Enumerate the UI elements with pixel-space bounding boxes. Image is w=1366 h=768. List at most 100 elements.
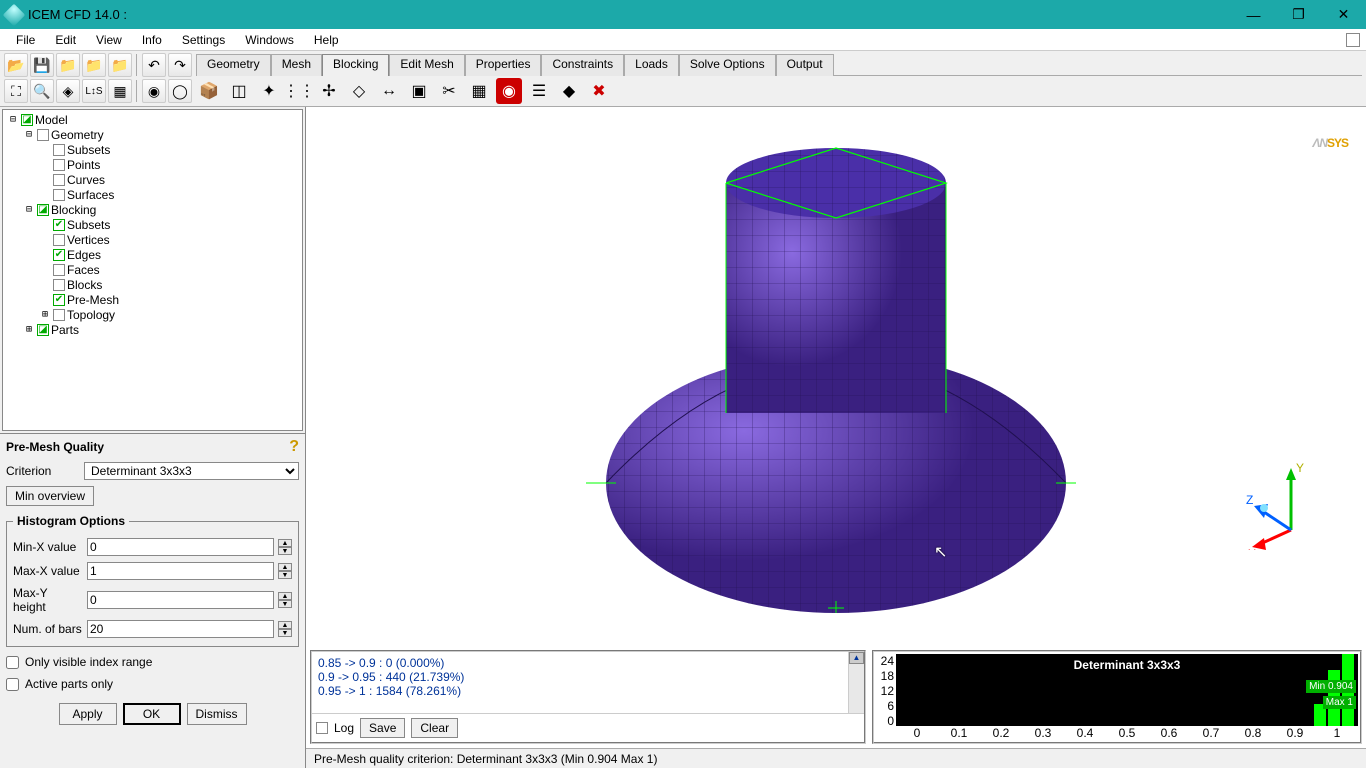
app-logo-icon	[3, 3, 26, 26]
block-check-icon[interactable]: ▦	[466, 78, 492, 104]
log-save-button[interactable]: Save	[360, 718, 405, 738]
tree-item-faces[interactable]: Faces	[3, 262, 302, 277]
maxx-input[interactable]	[87, 562, 274, 580]
dismiss-button[interactable]: Dismiss	[187, 703, 247, 725]
active-parts-checkbox[interactable]	[6, 678, 19, 691]
svg-text:X: X	[1248, 547, 1256, 550]
tree-item-model[interactable]: ⊟◪Model	[3, 112, 302, 127]
tab-mesh[interactable]: Mesh	[271, 54, 322, 76]
ok-button[interactable]: OK	[123, 703, 181, 725]
menu-info[interactable]: Info	[132, 31, 172, 49]
fit-view-icon[interactable]: ⛶	[4, 79, 28, 103]
menu-edit[interactable]: Edit	[45, 31, 86, 49]
bars-input[interactable]	[87, 620, 274, 638]
tree-item-points[interactable]: Points	[3, 157, 302, 172]
criterion-select[interactable]: Determinant 3x3x3	[84, 462, 299, 480]
log-clear-button[interactable]: Clear	[411, 718, 458, 738]
tree-item-edges[interactable]: ✔Edges	[3, 247, 302, 262]
histogram[interactable]: 24 18 12 6 0 Determinant 3x3x3 Min 0.904…	[872, 650, 1362, 744]
edge-params-icon[interactable]: ⋮⋮	[286, 78, 312, 104]
tab-geometry[interactable]: Geometry	[196, 54, 271, 76]
menu-view[interactable]: View	[86, 31, 132, 49]
restore-panel-icon[interactable]	[1346, 33, 1360, 47]
transform-icon[interactable]: ↔	[376, 78, 402, 104]
tree-item-blocks[interactable]: Blocks	[3, 277, 302, 292]
log-scrollbar[interactable]: ▲	[848, 652, 864, 713]
tree-item-topology[interactable]: ⊞Topology	[3, 307, 302, 322]
close-button[interactable]: ✕	[1321, 0, 1366, 29]
delete-block-icon[interactable]: ✖	[586, 78, 612, 104]
menu-windows[interactable]: Windows	[235, 31, 304, 49]
axes-icon[interactable]: L↕S	[82, 79, 106, 103]
maxy-spinner[interactable]: ▲▼	[278, 592, 292, 608]
minimize-button[interactable]: —	[1231, 0, 1276, 29]
tree-item-subsets[interactable]: Subsets	[3, 142, 302, 157]
tab-properties[interactable]: Properties	[465, 54, 542, 76]
tree-item-curves[interactable]: Curves	[3, 172, 302, 187]
zoom-icon[interactable]: 🔍	[30, 79, 54, 103]
split-block-icon[interactable]: ◫	[226, 78, 252, 104]
tab-editmesh[interactable]: Edit Mesh	[389, 54, 464, 76]
criterion-label: Criterion	[6, 464, 80, 478]
tree-item-blocking[interactable]: ⊟◪Blocking	[3, 202, 302, 217]
associate-icon[interactable]: ✢	[316, 78, 342, 104]
premesh-params-icon[interactable]: ✂	[436, 78, 462, 104]
settings-icon[interactable]: ▦	[108, 79, 132, 103]
tree-item-parts[interactable]: ⊞◪Parts	[3, 322, 302, 337]
min-overview-button[interactable]: Min overview	[6, 486, 94, 506]
open-geom-icon[interactable]: 📁	[56, 53, 80, 77]
undo-icon[interactable]: ↶	[142, 53, 166, 77]
bars-spinner[interactable]: ▲▼	[278, 621, 292, 637]
apply-button[interactable]: Apply	[59, 703, 117, 725]
maxy-input[interactable]	[87, 591, 274, 609]
tab-loads[interactable]: Loads	[624, 54, 679, 76]
tab-output[interactable]: Output	[776, 54, 834, 76]
tab-constraints[interactable]: Constraints	[541, 54, 624, 76]
property-panel: Pre-Mesh Quality ? Criterion Determinant…	[0, 433, 305, 768]
menu-help[interactable]: Help	[304, 31, 349, 49]
svg-text:Z: Z	[1246, 493, 1253, 507]
log-line: 0.9 -> 0.95 : 440 (21.739%)	[318, 670, 858, 684]
minx-input[interactable]	[87, 538, 274, 556]
model-tree[interactable]: ⊟◪Model⊟GeometrySubsetsPointsCurvesSurfa…	[2, 109, 303, 431]
quality-icon[interactable]: ◉	[496, 78, 522, 104]
wire-icon[interactable]: ◯	[168, 79, 192, 103]
histogram-max-label: Max 1	[1323, 696, 1356, 709]
only-visible-checkbox[interactable]	[6, 656, 19, 669]
save-icon[interactable]: 💾	[30, 53, 54, 77]
create-block-icon[interactable]: 📦	[196, 78, 222, 104]
tree-item-geometry[interactable]: ⊟Geometry	[3, 127, 302, 142]
minx-spinner[interactable]: ▲▼	[278, 539, 292, 555]
menu-settings[interactable]: Settings	[172, 31, 235, 49]
right-pane: ΛNSYS	[306, 107, 1366, 768]
solid-icon[interactable]: ◉	[142, 79, 166, 103]
tree-item-surfaces[interactable]: Surfaces	[3, 187, 302, 202]
open-file-icon[interactable]: 📂	[4, 53, 28, 77]
tree-item-subsets[interactable]: ✔Subsets	[3, 217, 302, 232]
maximize-button[interactable]: ❐	[1276, 0, 1321, 29]
svg-text:Y: Y	[1296, 461, 1304, 475]
tab-solveoptions[interactable]: Solve Options	[679, 54, 776, 76]
output-block-icon[interactable]: ◆	[556, 78, 582, 104]
menu-file[interactable]: File	[6, 31, 45, 49]
tab-blocking[interactable]: Blocking	[322, 54, 389, 76]
open-block-icon[interactable]: 📁	[108, 53, 132, 77]
tree-item-vertices[interactable]: Vertices	[3, 232, 302, 247]
histogram-yaxis: 24 18 12 6 0	[878, 654, 896, 740]
open-mesh-icon[interactable]: 📁	[82, 53, 106, 77]
smooth-icon[interactable]: ☰	[526, 78, 552, 104]
iso-view-icon[interactable]: ◈	[56, 79, 80, 103]
3d-viewport[interactable]: ΛNSYS	[306, 107, 1366, 650]
menu-bar: File Edit View Info Settings Windows Hel…	[0, 29, 1366, 51]
edit-block-icon[interactable]: ▣	[406, 78, 432, 104]
histogram-xaxis: 00.1 0.20.3 0.40.5 0.60.7 0.80.9 1	[896, 726, 1358, 740]
redo-icon[interactable]: ↷	[168, 53, 192, 77]
log-checkbox[interactable]	[316, 722, 328, 734]
help-icon[interactable]: ?	[289, 438, 299, 456]
tree-item-pre-mesh[interactable]: ✔Pre-Mesh	[3, 292, 302, 307]
merge-vertex-icon[interactable]: ✦	[256, 78, 282, 104]
ansys-logo: ΛNSYS	[1312, 117, 1348, 156]
axis-triad: Y X Z	[1246, 460, 1336, 550]
maxx-spinner[interactable]: ▲▼	[278, 563, 292, 579]
move-vertex-icon[interactable]: ◇	[346, 78, 372, 104]
